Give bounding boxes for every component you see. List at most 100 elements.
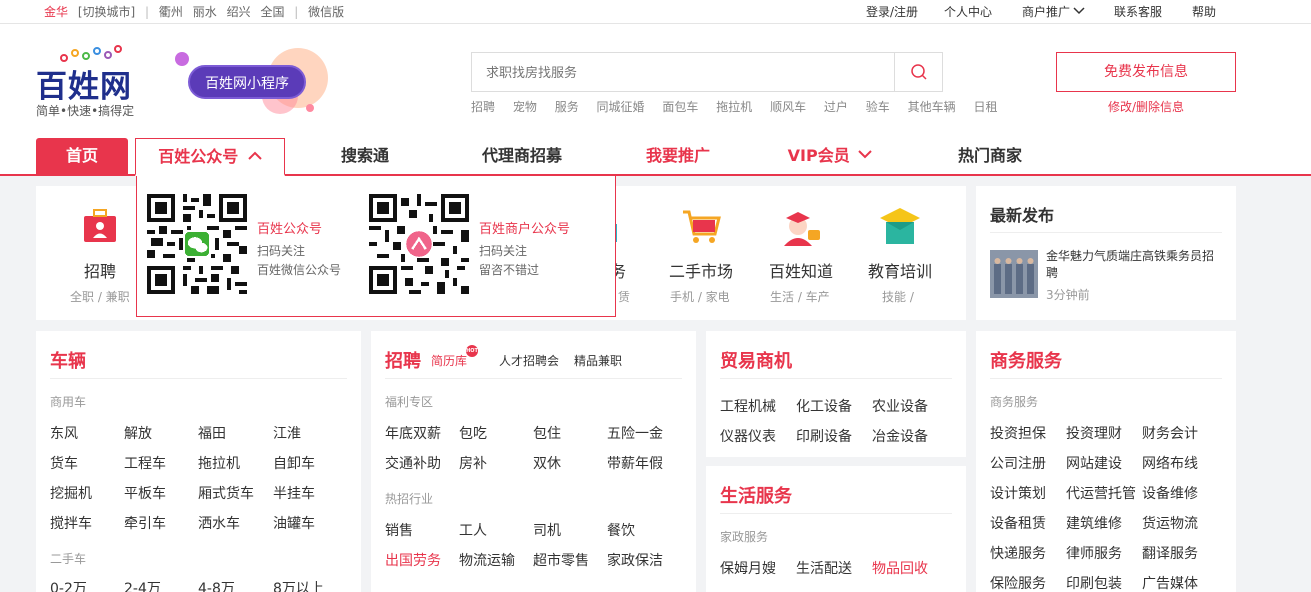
- business-link[interactable]: 建筑维修: [1066, 513, 1122, 533]
- business-link[interactable]: 公司注册: [990, 453, 1046, 473]
- job-link[interactable]: 包吃: [459, 423, 487, 443]
- free-post-button[interactable]: 免费发布信息: [1056, 52, 1236, 92]
- vehicle-link[interactable]: 搅拌车: [50, 513, 92, 533]
- job-link[interactable]: 销售: [385, 520, 413, 540]
- search-input[interactable]: [486, 53, 886, 91]
- hotword-link[interactable]: 日租: [973, 100, 997, 114]
- nearby-city-link[interactable]: 全国: [260, 5, 284, 19]
- parttime-link[interactable]: 精品兼职: [574, 352, 622, 369]
- login-link[interactable]: 登录/注册: [866, 3, 918, 20]
- price-range-link[interactable]: 8万以上: [273, 578, 324, 592]
- business-link[interactable]: 广告媒体: [1142, 573, 1198, 592]
- vehicle-link[interactable]: 江淮: [273, 423, 301, 443]
- job-link[interactable]: 司机: [533, 520, 561, 540]
- business-link[interactable]: 网络布线: [1142, 453, 1198, 473]
- contact-service-link[interactable]: 联系客服: [1114, 3, 1162, 20]
- vehicle-link[interactable]: 自卸车: [273, 453, 315, 473]
- block-title[interactable]: 商务服务: [990, 347, 1062, 373]
- price-range-link[interactable]: 0-2万: [50, 578, 87, 592]
- life-link[interactable]: 物品回收: [872, 558, 928, 578]
- current-city[interactable]: 金华: [44, 5, 68, 19]
- nearby-city-link[interactable]: 衢州: [159, 5, 183, 19]
- vehicle-link[interactable]: 东风: [50, 423, 78, 443]
- vehicle-link[interactable]: 解放: [124, 423, 152, 443]
- job-link[interactable]: 工人: [459, 520, 487, 540]
- hotword-link[interactable]: 服务: [555, 100, 579, 114]
- nearby-city-link[interactable]: 绍兴: [227, 5, 251, 19]
- trade-link[interactable]: 农业设备: [872, 396, 928, 416]
- block-title[interactable]: 贸易商机: [720, 347, 792, 373]
- hotword-link[interactable]: 验车: [866, 100, 890, 114]
- mini-program-banner[interactable]: 百姓网小程序: [170, 46, 330, 116]
- business-link[interactable]: 快递服务: [990, 543, 1046, 563]
- job-link[interactable]: 出国劳务: [385, 550, 441, 570]
- merchant-promo-menu[interactable]: 商户推广: [1022, 3, 1085, 20]
- latest-thumbnail[interactable]: [990, 250, 1038, 298]
- edit-post-link[interactable]: 修改/删除信息: [1056, 98, 1236, 115]
- business-link[interactable]: 代运营托管: [1066, 483, 1136, 503]
- vehicle-link[interactable]: 牵引车: [124, 513, 166, 533]
- business-link[interactable]: 律师服务: [1066, 543, 1122, 563]
- job-link[interactable]: 餐饮: [607, 520, 635, 540]
- business-link[interactable]: 设备租赁: [990, 513, 1046, 533]
- job-link[interactable]: 交通补助: [385, 453, 441, 473]
- business-link[interactable]: 财务会计: [1142, 423, 1198, 443]
- nav-search-pass[interactable]: 搜索通: [330, 138, 400, 174]
- vehicle-link[interactable]: 厢式货车: [198, 483, 254, 503]
- business-link[interactable]: 设备维修: [1142, 483, 1198, 503]
- wechat-version-link[interactable]: 微信版: [308, 5, 344, 19]
- nav-wechat-public[interactable]: 百姓公众号: [135, 138, 285, 176]
- business-link[interactable]: 投资担保: [990, 423, 1046, 443]
- life-link[interactable]: 保姆月嫂: [720, 558, 776, 578]
- vehicle-link[interactable]: 货车: [50, 453, 78, 473]
- business-link[interactable]: 投资理财: [1066, 423, 1122, 443]
- nav-promote[interactable]: 我要推广: [634, 138, 722, 174]
- hotword-link[interactable]: 宠物: [513, 100, 537, 114]
- nav-hot-merchants[interactable]: 热门商家: [946, 138, 1034, 174]
- switch-city-link[interactable]: [切换城市]: [78, 5, 135, 19]
- block-title[interactable]: 生活服务: [720, 482, 792, 508]
- job-link[interactable]: 年底双薪: [385, 423, 441, 443]
- qr-code-icon[interactable]: [147, 194, 247, 294]
- latest-post-title[interactable]: 金华魅力气质端庄高铁乘务员招聘: [1046, 248, 1222, 282]
- business-link[interactable]: 翻译服务: [1142, 543, 1198, 563]
- trade-link[interactable]: 化工设备: [796, 396, 852, 416]
- business-link[interactable]: 货运物流: [1142, 513, 1198, 533]
- block-title[interactable]: 招聘: [385, 347, 421, 373]
- vehicle-link[interactable]: 挖掘机: [50, 483, 92, 503]
- help-link[interactable]: 帮助: [1192, 3, 1216, 20]
- hotword-link[interactable]: 顺风车: [770, 100, 806, 114]
- nav-home[interactable]: 首页: [36, 138, 128, 174]
- price-range-link[interactable]: 4-8万: [198, 578, 235, 592]
- vehicle-link[interactable]: 工程车: [124, 453, 166, 473]
- hotword-link[interactable]: 过户: [824, 100, 848, 114]
- job-link[interactable]: 家政保洁: [607, 550, 663, 570]
- job-link[interactable]: 五险一金: [607, 423, 663, 443]
- job-link[interactable]: 带薪年假: [607, 453, 663, 473]
- job-link[interactable]: 超市零售: [533, 550, 589, 570]
- business-link[interactable]: 保险服务: [990, 573, 1046, 592]
- talent-fair-link[interactable]: 人才招聘会: [499, 352, 559, 369]
- hotword-link[interactable]: 招聘: [471, 100, 495, 114]
- business-link[interactable]: 设计策划: [990, 483, 1046, 503]
- trade-link[interactable]: 冶金设备: [872, 426, 928, 446]
- hotword-link[interactable]: 拖拉机: [716, 100, 752, 114]
- job-link[interactable]: 房补: [459, 453, 487, 473]
- vehicle-link[interactable]: 半挂车: [273, 483, 315, 503]
- block-title[interactable]: 车辆: [50, 347, 86, 373]
- trade-link[interactable]: 仪器仪表: [720, 426, 776, 446]
- trade-link[interactable]: 印刷设备: [796, 426, 852, 446]
- job-link[interactable]: 双休: [533, 453, 561, 473]
- qr-code-icon[interactable]: [369, 194, 469, 294]
- hotword-link[interactable]: 其他车辆: [908, 100, 956, 114]
- site-logo[interactable]: 百姓网 简单•快速•搞得定: [36, 44, 146, 124]
- nav-vip[interactable]: VIP会员: [784, 138, 876, 174]
- resume-library-link[interactable]: 简历库: [431, 352, 467, 369]
- business-link[interactable]: 印刷包装: [1066, 573, 1122, 592]
- vehicle-link[interactable]: 福田: [198, 423, 226, 443]
- life-link[interactable]: 生活配送: [796, 558, 852, 578]
- hotword-link[interactable]: 面包车: [662, 100, 698, 114]
- hotword-link[interactable]: 同城征婚: [597, 100, 645, 114]
- nav-agent-recruit[interactable]: 代理商招募: [470, 138, 574, 174]
- vehicle-link[interactable]: 油罐车: [273, 513, 315, 533]
